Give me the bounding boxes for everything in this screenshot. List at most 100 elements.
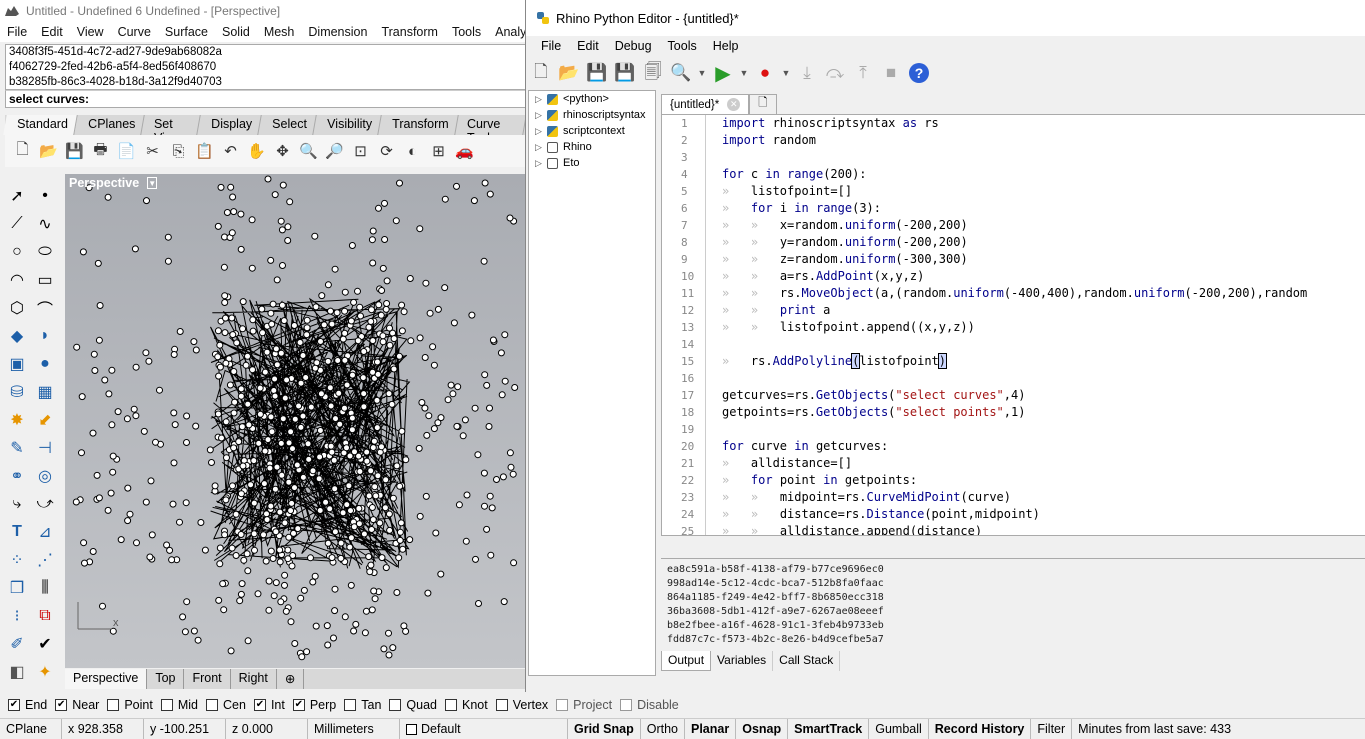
point[interactable] bbox=[280, 317, 288, 325]
point[interactable] bbox=[311, 232, 319, 240]
point[interactable] bbox=[453, 182, 460, 190]
point[interactable] bbox=[326, 505, 334, 513]
point[interactable] bbox=[230, 208, 238, 216]
point[interactable] bbox=[140, 427, 148, 435]
point[interactable] bbox=[291, 484, 298, 492]
point[interactable] bbox=[382, 564, 390, 572]
point[interactable] bbox=[347, 507, 354, 515]
point[interactable] bbox=[218, 434, 225, 442]
point[interactable] bbox=[444, 396, 452, 404]
point[interactable] bbox=[231, 398, 239, 406]
point[interactable] bbox=[395, 554, 403, 562]
point[interactable] bbox=[366, 568, 374, 576]
point[interactable] bbox=[386, 324, 393, 332]
point[interactable] bbox=[244, 637, 252, 645]
point[interactable] bbox=[237, 385, 245, 393]
point[interactable] bbox=[277, 598, 285, 606]
point[interactable] bbox=[399, 545, 407, 553]
save-script-icon[interactable]: 💾 bbox=[586, 62, 608, 84]
run-dropdown-icon[interactable]: ▼ bbox=[740, 62, 749, 84]
code-text[interactable]: import rhinoscriptsyntax as rs import ran… bbox=[722, 115, 1307, 535]
tree-item-5[interactable]: ▷ Eto bbox=[529, 155, 655, 171]
menu-edit[interactable]: Edit bbox=[34, 25, 70, 39]
point[interactable] bbox=[302, 374, 310, 381]
point[interactable] bbox=[385, 390, 393, 398]
point[interactable] bbox=[281, 394, 289, 402]
point[interactable] bbox=[356, 468, 364, 475]
point[interactable] bbox=[287, 507, 295, 515]
menu-solid[interactable]: Solid bbox=[215, 25, 257, 39]
checkbox-icon[interactable] bbox=[495, 699, 508, 711]
point[interactable] bbox=[216, 544, 224, 552]
point[interactable] bbox=[317, 338, 324, 345]
point[interactable] bbox=[242, 361, 250, 369]
point[interactable] bbox=[415, 444, 423, 452]
point[interactable] bbox=[372, 492, 380, 500]
point[interactable] bbox=[429, 343, 437, 351]
point[interactable] bbox=[104, 193, 112, 201]
point[interactable] bbox=[486, 492, 494, 500]
point[interactable] bbox=[396, 179, 403, 187]
point[interactable] bbox=[500, 598, 508, 606]
point[interactable] bbox=[237, 392, 245, 400]
circle-icon[interactable]: ○ bbox=[7, 242, 27, 262]
osnap-vertex[interactable]: Vertex bbox=[495, 698, 548, 712]
point[interactable] bbox=[258, 305, 266, 313]
four-views-icon[interactable]: ⊞ bbox=[429, 142, 448, 161]
point[interactable] bbox=[327, 307, 334, 315]
cut-icon[interactable]: ✂ bbox=[143, 142, 162, 161]
point[interactable] bbox=[461, 416, 469, 424]
point[interactable] bbox=[123, 415, 131, 423]
point[interactable] bbox=[316, 507, 324, 514]
point[interactable] bbox=[164, 233, 172, 241]
point[interactable] bbox=[360, 348, 368, 355]
point[interactable] bbox=[201, 546, 209, 554]
point[interactable] bbox=[341, 288, 349, 296]
point[interactable] bbox=[333, 309, 341, 317]
point[interactable] bbox=[249, 366, 256, 374]
point[interactable] bbox=[470, 197, 478, 205]
point[interactable] bbox=[382, 305, 390, 313]
point[interactable] bbox=[170, 351, 178, 358]
point[interactable] bbox=[217, 183, 225, 191]
point[interactable] bbox=[351, 448, 358, 456]
checkbox-icon[interactable]: ✔ bbox=[8, 699, 20, 711]
menu-view[interactable]: View bbox=[70, 25, 111, 39]
point[interactable] bbox=[454, 383, 462, 391]
boolean-icon[interactable]: ◎ bbox=[35, 466, 55, 486]
arc-icon[interactable]: ◠ bbox=[7, 270, 27, 290]
point[interactable] bbox=[215, 596, 223, 604]
new-tab-icon[interactable]: 🗋 bbox=[749, 94, 777, 114]
point[interactable] bbox=[254, 590, 262, 598]
point[interactable] bbox=[267, 309, 275, 317]
point[interactable] bbox=[379, 338, 387, 346]
osnap-perp[interactable]: ✔ Perp bbox=[292, 698, 336, 712]
point[interactable] bbox=[382, 476, 390, 484]
viewport-tab-right[interactable]: Right bbox=[231, 669, 277, 689]
menu-curve[interactable]: Curve bbox=[111, 25, 158, 39]
output-tab-call-stack[interactable]: Call Stack bbox=[773, 651, 841, 671]
point[interactable] bbox=[422, 492, 430, 500]
point[interactable] bbox=[481, 179, 489, 187]
point[interactable] bbox=[331, 607, 339, 615]
toolbar-tab-display[interactable]: Display bbox=[197, 115, 263, 135]
point[interactable] bbox=[243, 550, 251, 558]
point[interactable] bbox=[363, 448, 371, 456]
point[interactable] bbox=[273, 361, 281, 369]
point[interactable] bbox=[350, 523, 358, 531]
point[interactable] bbox=[343, 501, 351, 509]
open-folder-icon[interactable]: 📂 bbox=[39, 142, 58, 161]
point[interactable] bbox=[271, 392, 279, 400]
point[interactable] bbox=[298, 653, 306, 661]
checkbox-icon[interactable] bbox=[160, 699, 173, 711]
pen-icon[interactable]: ✐ bbox=[7, 634, 27, 654]
rotate-view-icon[interactable]: ⟳ bbox=[377, 142, 396, 161]
record-history-toggle[interactable]: Record History bbox=[929, 719, 1032, 739]
curve-icon[interactable]: ∿ bbox=[35, 214, 55, 234]
output-tab-output[interactable]: Output bbox=[661, 651, 712, 671]
point[interactable] bbox=[270, 387, 278, 394]
loft-icon[interactable]: ◗ bbox=[35, 326, 55, 346]
point[interactable] bbox=[303, 648, 311, 656]
point[interactable] bbox=[237, 490, 245, 498]
point[interactable] bbox=[214, 410, 222, 418]
